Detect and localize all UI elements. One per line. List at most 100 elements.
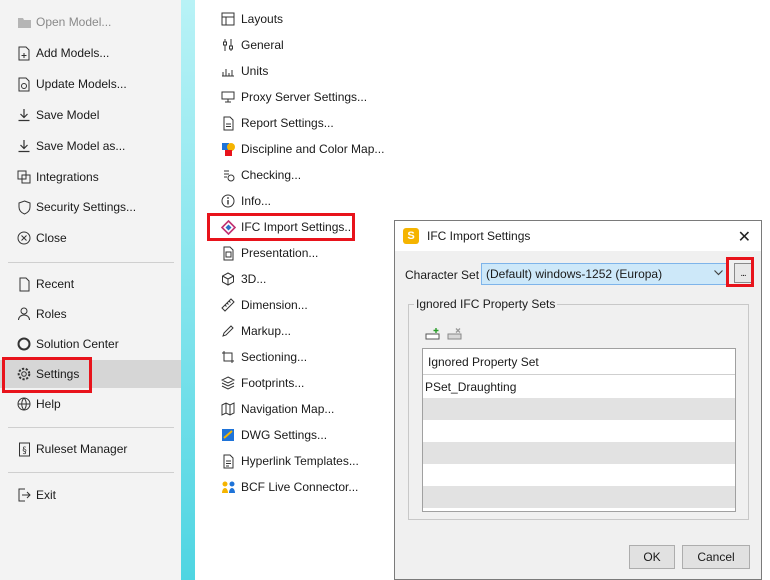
settings-general[interactable]: General <box>220 33 284 57</box>
integrations-icon <box>16 169 32 185</box>
dialog-title: IFC Import Settings <box>427 229 531 243</box>
settings-sectioning[interactable]: Sectioning... <box>220 345 307 369</box>
settings-report[interactable]: Report Settings... <box>220 111 334 135</box>
settings-layouts[interactable]: Layouts <box>220 7 283 31</box>
color-map-icon <box>220 141 236 157</box>
dimension-icon <box>220 297 236 313</box>
highlight-ifc-import-annotation <box>207 213 355 241</box>
menu-security-settings[interactable]: Security Settings... <box>0 193 181 221</box>
settings-markup[interactable]: Markup... <box>220 319 291 343</box>
settings-info[interactable]: Info... <box>220 189 271 213</box>
settings-footprints-label: Footprints... <box>241 376 305 390</box>
solution-center-icon <box>16 336 32 352</box>
file-menu-panel: Open Model... Add Models... Update Model… <box>0 0 181 580</box>
general-icon <box>220 37 236 53</box>
settings-dimension-label: Dimension... <box>241 298 308 312</box>
menu-save-model-label: Save Model <box>36 108 100 122</box>
settings-proxy-server[interactable]: Proxy Server Settings... <box>220 85 367 109</box>
hyperlink-icon <box>220 453 236 469</box>
shield-icon <box>16 199 32 215</box>
menu-recent[interactable]: Recent <box>0 270 181 298</box>
highlight-browse-annotation <box>726 257 754 287</box>
svg-text:§: § <box>22 446 27 456</box>
close-circle-icon <box>16 230 32 246</box>
app-logo-icon: S <box>403 228 419 244</box>
menu-separator <box>8 262 174 263</box>
presentation-icon <box>220 245 236 261</box>
settings-checking[interactable]: Checking... <box>220 163 301 187</box>
exit-icon <box>16 487 32 503</box>
settings-dimension[interactable]: Dimension... <box>220 293 308 317</box>
menu-save-model-as[interactable]: Save Model as... <box>0 132 181 160</box>
map-icon <box>220 401 236 417</box>
close-icon[interactable]: ✕ <box>738 227 751 247</box>
menu-integrations-label: Integrations <box>36 170 99 184</box>
settings-hyperlink-templates[interactable]: Hyperlink Templates... <box>220 449 359 473</box>
table-row[interactable] <box>423 464 735 486</box>
ignored-property-set-table: Ignored Property Set PSet_Draughting <box>422 348 736 512</box>
menu-update-models[interactable]: Update Models... <box>0 70 181 98</box>
download-as-icon <box>16 138 32 154</box>
menu-save-model-as-label: Save Model as... <box>36 139 126 153</box>
settings-presentation[interactable]: Presentation... <box>220 241 318 265</box>
table-row[interactable]: PSet_Draughting <box>423 376 735 398</box>
menu-save-model[interactable]: Save Model <box>0 101 181 129</box>
bcf-icon <box>220 479 236 495</box>
settings-report-label: Report Settings... <box>241 116 334 130</box>
menu-close[interactable]: Close <box>0 224 181 252</box>
menu-ruleset-manager[interactable]: § Ruleset Manager <box>0 435 181 463</box>
settings-footprints[interactable]: Footprints... <box>220 371 304 395</box>
settings-presentation-label: Presentation... <box>241 246 319 260</box>
chevron-down-icon <box>713 267 724 281</box>
settings-bcf-live-connector[interactable]: BCF Live Connector... <box>220 475 358 499</box>
delete-row-icon[interactable] <box>447 327 463 341</box>
table-row[interactable] <box>423 486 735 508</box>
settings-discipline-color-map[interactable]: Discipline and Color Map... <box>220 137 384 161</box>
file-plus-icon <box>16 45 32 61</box>
menu-recent-label: Recent <box>36 277 75 291</box>
menu-add-models-label: Add Models... <box>36 46 110 60</box>
units-icon <box>220 63 236 79</box>
ifc-import-settings-dialog: S IFC Import Settings ✕ Character Set (D… <box>394 220 762 580</box>
settings-general-label: General <box>241 38 284 52</box>
table-cell: PSet_Draughting <box>425 380 517 394</box>
cancel-button[interactable]: Cancel <box>682 545 750 569</box>
highlight-settings-annotation <box>2 357 92 393</box>
menu-exit[interactable]: Exit <box>0 481 181 509</box>
table-row[interactable] <box>423 420 735 442</box>
menu-close-label: Close <box>36 231 67 245</box>
settings-dwg-label: DWG Settings... <box>241 428 328 442</box>
settings-3d[interactable]: 3D... <box>220 267 266 291</box>
add-row-icon[interactable] <box>425 327 441 341</box>
table-row[interactable] <box>423 398 735 420</box>
report-icon <box>220 115 236 131</box>
settings-units-label: Units <box>241 64 269 78</box>
menu-roles[interactable]: Roles <box>0 300 181 328</box>
menu-exit-label: Exit <box>36 488 57 502</box>
cube-icon <box>220 271 236 287</box>
menu-help-label: Help <box>36 397 61 411</box>
settings-checking-label: Checking... <box>241 168 302 182</box>
menu-open-model-label: Open Model... <box>36 15 112 29</box>
accent-strip <box>181 0 195 580</box>
character-set-label: Character Set <box>405 268 480 282</box>
menu-solution-center[interactable]: Solution Center <box>0 330 181 358</box>
table-header-label: Ignored Property Set <box>428 354 539 369</box>
download-icon <box>16 107 32 123</box>
settings-units[interactable]: Units <box>220 59 268 83</box>
layout-icon <box>220 11 236 27</box>
info-icon <box>220 193 236 209</box>
table-row[interactable] <box>423 442 735 464</box>
character-set-select[interactable]: (Default) windows-1252 (Europa) <box>481 263 729 285</box>
settings-dwg[interactable]: DWG Settings... <box>220 423 327 447</box>
ok-button[interactable]: OK <box>629 545 675 569</box>
menu-open-model: Open Model... <box>0 8 181 36</box>
checking-icon <box>220 167 236 183</box>
menu-help[interactable]: Help <box>0 390 181 418</box>
settings-sectioning-label: Sectioning... <box>241 350 308 364</box>
menu-integrations[interactable]: Integrations <box>0 163 181 191</box>
dialog-title-bar[interactable]: S IFC Import Settings ✕ <box>395 221 761 251</box>
sectioning-icon <box>220 349 236 365</box>
settings-navigation-map[interactable]: Navigation Map... <box>220 397 334 421</box>
menu-add-models[interactable]: Add Models... <box>0 39 181 67</box>
